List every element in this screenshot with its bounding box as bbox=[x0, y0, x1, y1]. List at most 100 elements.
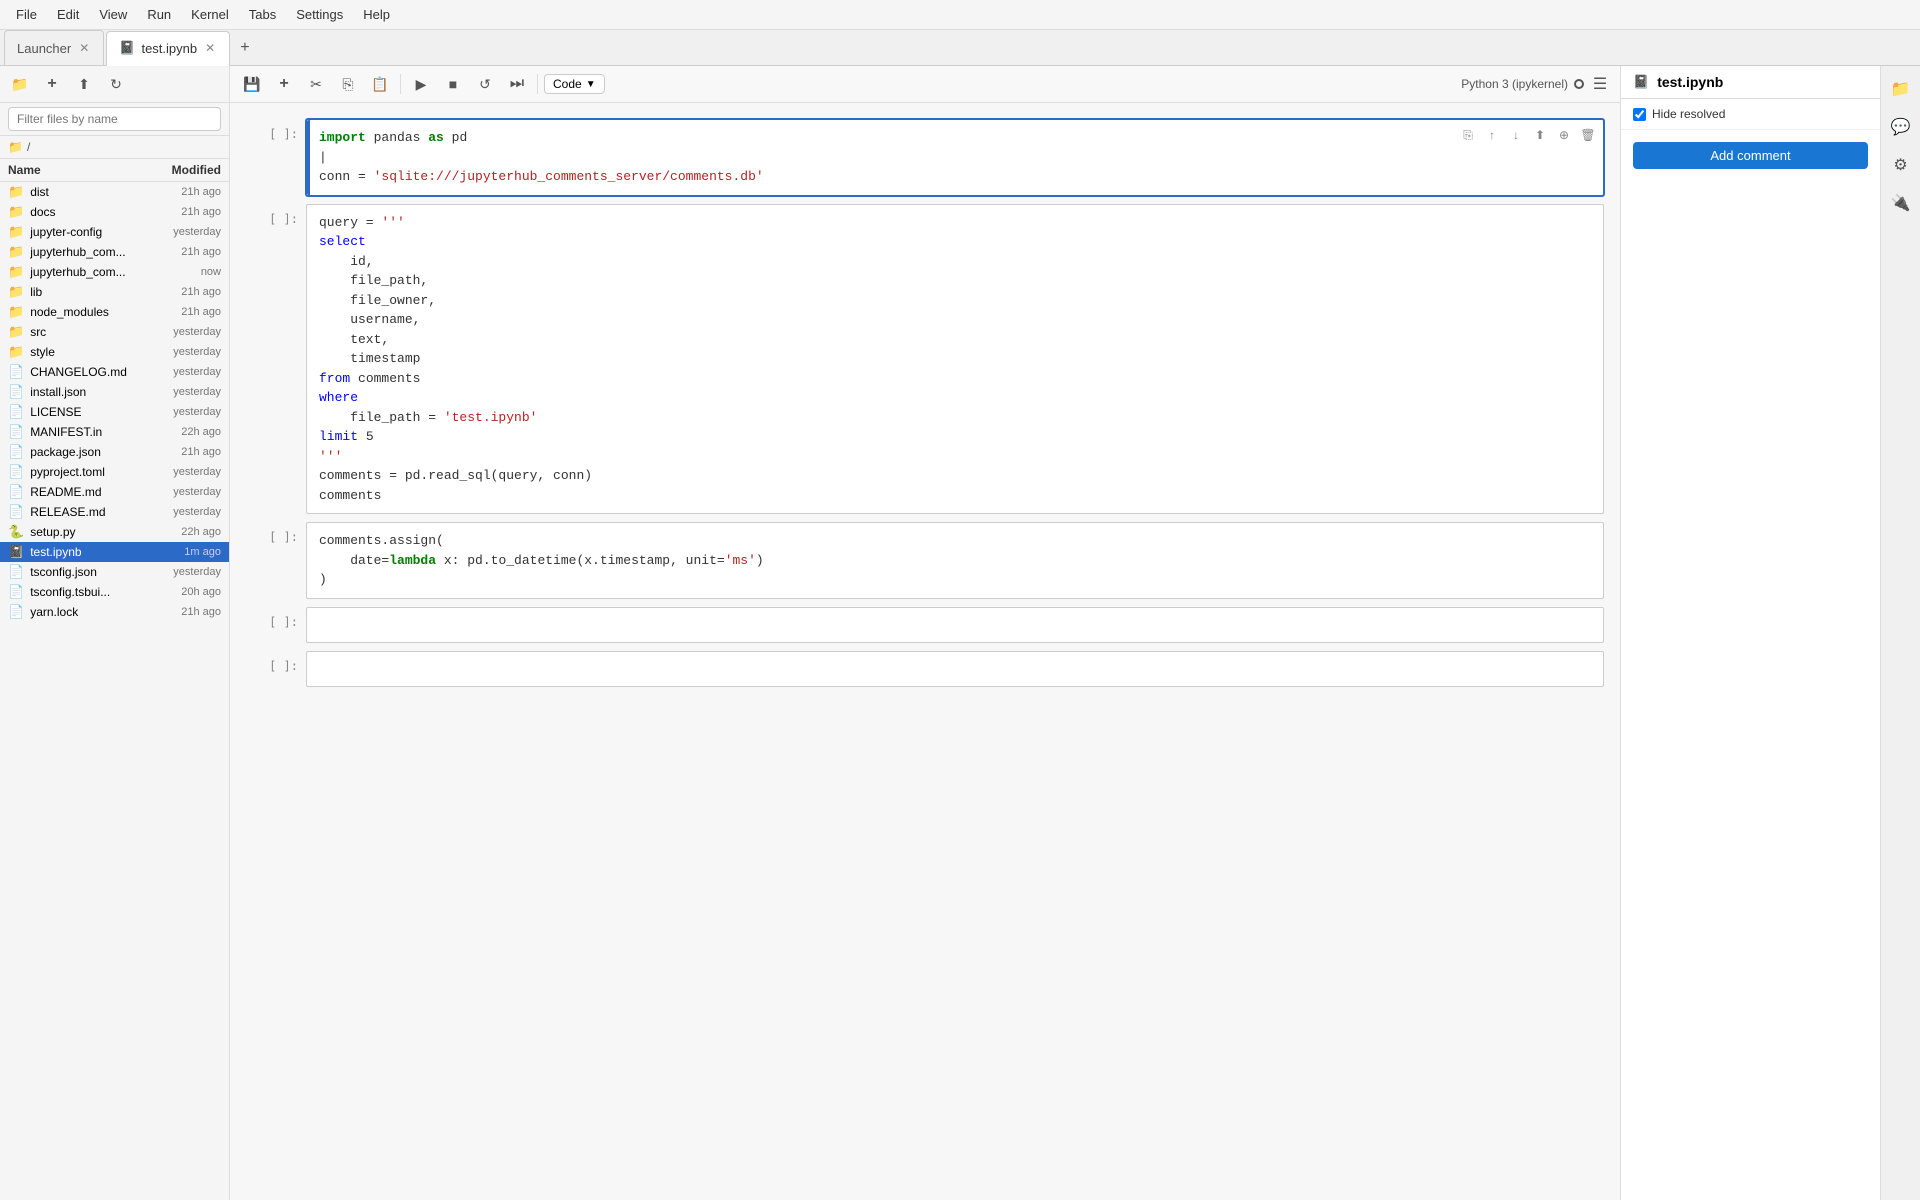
current-path: 📁 / bbox=[0, 136, 229, 159]
nb-separator-2 bbox=[537, 74, 538, 94]
hide-resolved-checkbox[interactable] bbox=[1633, 108, 1646, 121]
notebook-area: 💾 + ✂ ⎘ 📋 ▶ ■ ↺ ⏭ Code ▼ Python 3 (ipyke… bbox=[230, 66, 1620, 1200]
copy-cell-1-button[interactable]: ⎘ bbox=[1457, 124, 1479, 146]
notebook-content: [ ]: ⎘ ↑ ↓ ⬆ ⊕ 🗑 import pandas as pd con… bbox=[230, 103, 1620, 1200]
folder-icon: 📁 bbox=[8, 184, 24, 200]
refresh-button[interactable]: ↻ bbox=[102, 70, 130, 98]
json-icon: 📄 bbox=[8, 584, 24, 600]
cell-2-gutter: [ ]: bbox=[246, 204, 306, 515]
toml-icon: 📄 bbox=[8, 464, 24, 480]
file-item-release[interactable]: 📄RELEASE.mdyesterday bbox=[0, 502, 229, 522]
folder-icon: 📁 bbox=[8, 264, 24, 280]
cell-1-code[interactable]: import pandas as pd conn = 'sqlite:///ju… bbox=[307, 120, 1603, 195]
run-cell-button[interactable]: ▶ bbox=[407, 70, 435, 98]
cell-3-content[interactable]: comments.assign( date=lambda x: pd.to_da… bbox=[306, 522, 1604, 599]
file-item-node-modules[interactable]: 📁node_modules21h ago bbox=[0, 302, 229, 322]
menu-file[interactable]: File bbox=[8, 5, 45, 24]
nb-menu-icon[interactable]: ☰ bbox=[1588, 72, 1612, 96]
skip-button[interactable]: ⏭ bbox=[503, 70, 531, 98]
file-item-jupyterhub-com-1[interactable]: 📁jupyterhub_com...21h ago bbox=[0, 242, 229, 262]
file-item-package-json[interactable]: 📄package.json21h ago bbox=[0, 442, 229, 462]
new-launcher-button[interactable]: + bbox=[38, 70, 66, 98]
restart-kernel-button[interactable]: ↺ bbox=[471, 70, 499, 98]
cell-3-gutter: [ ]: bbox=[246, 522, 306, 599]
kernel-info: Python 3 (ipykernel) bbox=[1461, 77, 1584, 91]
file-item-install-json[interactable]: 📄install.jsonyesterday bbox=[0, 382, 229, 402]
tab-notebook[interactable]: 📓 test.ipynb ✕ bbox=[106, 31, 230, 66]
file-item-dist[interactable]: 📁dist21h ago bbox=[0, 182, 229, 202]
cell-5-content[interactable] bbox=[306, 651, 1604, 687]
upload-button[interactable]: ⬆ bbox=[70, 70, 98, 98]
cell-1-content[interactable]: ⎘ ↑ ↓ ⬆ ⊕ 🗑 import pandas as pd conn = '… bbox=[306, 119, 1604, 196]
cell-1-gutter: [ ]: bbox=[246, 119, 306, 196]
stop-kernel-button[interactable]: ■ bbox=[439, 70, 467, 98]
copy-cell-button[interactable]: ⎘ bbox=[334, 70, 362, 98]
cell-3-label: [ ]: bbox=[269, 530, 298, 544]
paste-cell-button[interactable]: 📋 bbox=[366, 70, 394, 98]
file-item-readme[interactable]: 📄README.mdyesterday bbox=[0, 482, 229, 502]
file-item-tsconfig-tsbui[interactable]: 📄tsconfig.tsbui...20h ago bbox=[0, 582, 229, 602]
move-down-cell-1-button[interactable]: ↓ bbox=[1505, 124, 1527, 146]
sidebar: 📁 + ⬆ ↻ 📁 / Name Modified 📁dist bbox=[0, 66, 230, 1200]
file-item-jupyterhub-com-2[interactable]: 📁jupyterhub_com...now bbox=[0, 262, 229, 282]
menu-settings[interactable]: Settings bbox=[288, 5, 351, 24]
file-item-style[interactable]: 📁styleyesterday bbox=[0, 342, 229, 362]
folder-icon: 📁 bbox=[8, 284, 24, 300]
col-modified-header: Modified bbox=[141, 163, 221, 177]
cell-1-label: [ ]: bbox=[269, 127, 298, 141]
cell-4-content[interactable] bbox=[306, 607, 1604, 643]
file-item-pyproject[interactable]: 📄pyproject.tomlyesterday bbox=[0, 462, 229, 482]
cut-cell-button[interactable]: ✂ bbox=[302, 70, 330, 98]
add-cell-below-1-button[interactable]: ⊕ bbox=[1553, 124, 1575, 146]
col-name-header[interactable]: Name bbox=[8, 163, 141, 177]
menu-edit[interactable]: Edit bbox=[49, 5, 87, 24]
cell-4: [ ]: bbox=[230, 607, 1620, 643]
tab-notebook-close[interactable]: ✕ bbox=[203, 41, 217, 55]
file-item-docs[interactable]: 📁docs21h ago bbox=[0, 202, 229, 222]
file-item-changelog[interactable]: 📄CHANGELOG.mdyesterday bbox=[0, 362, 229, 382]
menubar: File Edit View Run Kernel Tabs Settings … bbox=[0, 0, 1920, 30]
cell-2-content[interactable]: query = ''' select id, file_path, file_o… bbox=[306, 204, 1604, 515]
folder-icon: 📁 bbox=[8, 224, 24, 240]
file-item-yarn-lock[interactable]: 📄yarn.lock21h ago bbox=[0, 602, 229, 622]
settings-panel-icon[interactable]: ⚙ bbox=[1886, 150, 1916, 180]
tab-add-button[interactable]: + bbox=[232, 35, 257, 61]
file-item-test-ipynb[interactable]: 📓test.ipynb1m ago bbox=[0, 542, 229, 562]
menu-run[interactable]: Run bbox=[139, 5, 179, 24]
file-item-lib[interactable]: 📁lib21h ago bbox=[0, 282, 229, 302]
file-item-src[interactable]: 📁srcyesterday bbox=[0, 322, 229, 342]
cell-5-gutter: [ ]: bbox=[246, 651, 306, 687]
add-cell-button[interactable]: + bbox=[270, 70, 298, 98]
cell-3-code[interactable]: comments.assign( date=lambda x: pd.to_da… bbox=[307, 523, 1603, 598]
nb-separator-1 bbox=[400, 74, 401, 94]
save-button[interactable]: 💾 bbox=[238, 70, 266, 98]
file-item-tsconfig-json[interactable]: 📄tsconfig.jsonyesterday bbox=[0, 562, 229, 582]
menu-view[interactable]: View bbox=[91, 5, 135, 24]
cell-2-code[interactable]: query = ''' select id, file_path, file_o… bbox=[307, 205, 1603, 514]
cell-3: [ ]: comments.assign( date=lambda x: pd.… bbox=[230, 522, 1620, 599]
search-input[interactable] bbox=[8, 107, 221, 131]
delete-cell-1-button[interactable]: 🗑 bbox=[1577, 124, 1599, 146]
menu-help[interactable]: Help bbox=[355, 5, 398, 24]
tab-launcher-close[interactable]: ✕ bbox=[77, 41, 91, 55]
menu-tabs[interactable]: Tabs bbox=[241, 5, 284, 24]
file-item-license[interactable]: 📄LICENSEyesterday bbox=[0, 402, 229, 422]
cell-5: [ ]: bbox=[230, 651, 1620, 687]
file-item-jupyter-config[interactable]: 📁jupyter-configyesterday bbox=[0, 222, 229, 242]
chat-panel-icon[interactable]: 💬 bbox=[1886, 112, 1916, 142]
add-comment-button[interactable]: Add comment bbox=[1633, 142, 1868, 169]
folder-icon: 📁 bbox=[8, 304, 24, 320]
add-cell-above-1-button[interactable]: ⬆ bbox=[1529, 124, 1551, 146]
file-item-manifest[interactable]: 📄MANIFEST.in22h ago bbox=[0, 422, 229, 442]
py-icon: 🐍 bbox=[8, 524, 24, 540]
menu-kernel[interactable]: Kernel bbox=[183, 5, 237, 24]
file-panel-icon[interactable]: 📁 bbox=[1886, 74, 1916, 104]
file-item-setup-py[interactable]: 🐍setup.py22h ago bbox=[0, 522, 229, 542]
move-up-cell-1-button[interactable]: ↑ bbox=[1481, 124, 1503, 146]
tab-launcher[interactable]: Launcher ✕ bbox=[4, 30, 104, 65]
extension-panel-icon[interactable]: 🔌 bbox=[1886, 188, 1916, 218]
cell-type-select[interactable]: Code ▼ bbox=[544, 74, 605, 94]
new-folder-button[interactable]: 📁 bbox=[6, 70, 34, 98]
notebook-toolbar: 💾 + ✂ ⎘ 📋 ▶ ■ ↺ ⏭ Code ▼ Python 3 (ipyke… bbox=[230, 66, 1620, 103]
notebook-icon: 📓 bbox=[119, 40, 135, 56]
